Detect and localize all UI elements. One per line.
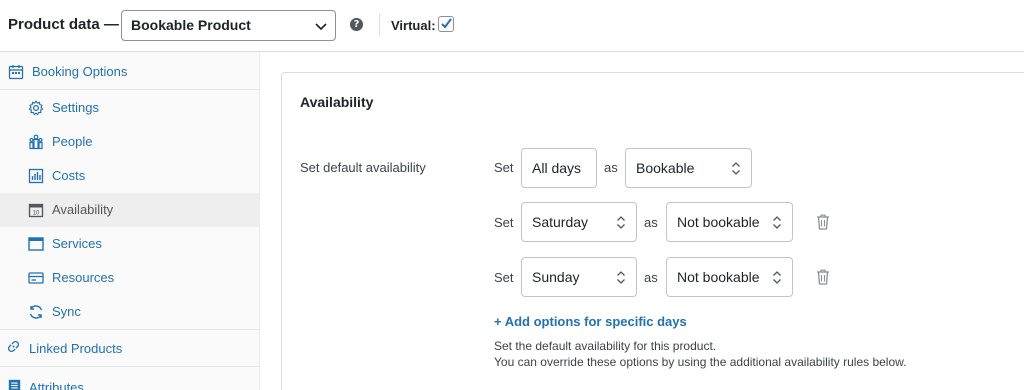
- gear-icon: [28, 100, 44, 116]
- day-select[interactable]: Saturday: [521, 202, 637, 242]
- checkmark-icon: [441, 18, 452, 29]
- sidebar-divider: [0, 89, 259, 90]
- day-select[interactable]: Sunday: [521, 257, 637, 297]
- header-divider: [379, 14, 380, 36]
- virtual-checkbox[interactable]: [438, 16, 454, 32]
- set-label: Set: [494, 215, 514, 230]
- sidebar-item-label: Attributes: [29, 380, 84, 390]
- help-text-line-1: Set the default availability for this pr…: [494, 339, 717, 353]
- sidebar-item-label: Booking Options: [32, 64, 128, 79]
- virtual-label: Virtual:: [391, 18, 436, 33]
- card-icon: [28, 272, 44, 284]
- sidebar-item-label: Availability: [52, 202, 114, 217]
- day-select-value: All days: [532, 160, 582, 176]
- updown-chevron-icon: [732, 162, 740, 175]
- help-text-line-2: You can override these options by using …: [494, 355, 907, 369]
- sidebar-item-availability[interactable]: 10 Availability: [0, 193, 259, 227]
- sidebar-item-people[interactable]: People: [0, 125, 259, 159]
- product-data-title: Product data —: [8, 16, 119, 33]
- sidebar-item-label: Costs: [52, 168, 86, 183]
- sidebar-item-label: People: [52, 134, 93, 149]
- status-select-value: Not bookable: [677, 214, 760, 230]
- sidebar-item-label: Settings: [52, 100, 99, 115]
- day-select-value: Sunday: [532, 269, 580, 285]
- status-select[interactable]: Not bookable: [666, 257, 793, 297]
- product-data-tabs: Booking Options Settings People Costs 10…: [0, 52, 260, 390]
- add-specific-days-link[interactable]: + Add options for specific days: [494, 314, 687, 329]
- calendar-icon: [8, 65, 24, 80]
- sidebar-item-sync[interactable]: Sync: [0, 295, 259, 329]
- status-select-value: Bookable: [636, 160, 695, 176]
- help-icon[interactable]: ?: [350, 18, 363, 31]
- sidebar-item-resources[interactable]: Resources: [0, 261, 259, 295]
- sidebar-item-costs[interactable]: Costs: [0, 159, 259, 193]
- set-label: Set: [494, 270, 514, 285]
- list-icon: [8, 379, 21, 390]
- status-select[interactable]: Not bookable: [666, 202, 793, 242]
- sidebar-item-booking-options[interactable]: Booking Options: [0, 55, 259, 89]
- updown-chevron-icon: [617, 271, 625, 284]
- day-select-value: Saturday: [532, 214, 589, 230]
- trash-icon[interactable]: [816, 269, 830, 285]
- status-select[interactable]: Bookable: [625, 148, 752, 188]
- sidebar-item-attributes[interactable]: Attributes: [0, 368, 259, 390]
- panel-title: Availability: [300, 94, 374, 110]
- as-label: as: [644, 215, 658, 230]
- sidebar-item-label: Services: [52, 236, 102, 251]
- chart-icon: [28, 168, 44, 184]
- updown-chevron-icon: [773, 271, 781, 284]
- product-type-value: Bookable Product: [131, 17, 251, 33]
- product-type-select[interactable]: Bookable Product: [121, 10, 336, 41]
- people-icon: [29, 134, 43, 150]
- sidebar-divider: [0, 366, 259, 367]
- product-data-header: Product data — Bookable Product ? Virtua…: [0, 0, 1024, 52]
- day-select[interactable]: All days: [521, 148, 597, 188]
- sidebar-item-label: Linked Products: [29, 341, 123, 356]
- set-label: Set: [494, 160, 514, 175]
- default-availability-label: Set default availability: [300, 160, 426, 175]
- as-label: as: [644, 270, 658, 285]
- calendar-day-icon: 10: [28, 203, 44, 218]
- sidebar-divider: [0, 329, 259, 330]
- link-icon: [7, 340, 20, 353]
- sync-icon: [29, 305, 43, 319]
- chevron-down-icon: [315, 23, 327, 31]
- window-icon: [28, 237, 44, 251]
- svg-text:10: 10: [33, 211, 40, 217]
- as-label: as: [604, 160, 618, 175]
- updown-chevron-icon: [773, 216, 781, 229]
- trash-icon[interactable]: [816, 214, 830, 230]
- sidebar-item-services[interactable]: Services: [0, 227, 259, 261]
- sidebar-item-linked-products[interactable]: Linked Products: [0, 332, 259, 366]
- sidebar-item-settings[interactable]: Settings: [0, 91, 259, 125]
- sidebar-item-label: Resources: [52, 270, 115, 285]
- status-select-value: Not bookable: [677, 269, 760, 285]
- updown-chevron-icon: [617, 216, 625, 229]
- sidebar-item-label: Sync: [52, 304, 81, 319]
